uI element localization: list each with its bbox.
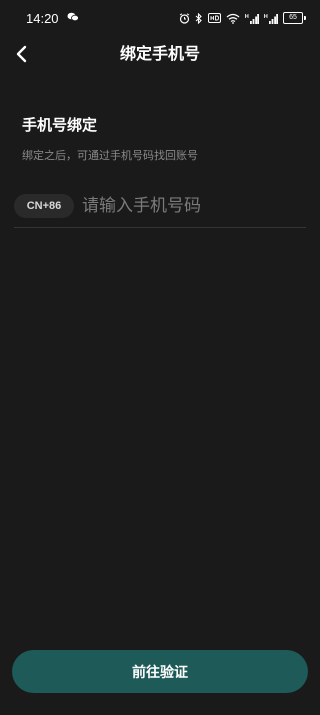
section-hint: 绑定之后，可通过手机号码找回账号: [22, 149, 198, 162]
section-title: 手机号绑定: [22, 116, 98, 134]
battery-tip: [304, 16, 306, 20]
verify-button[interactable]: 前往验证: [12, 650, 308, 693]
wechat-icon: [67, 11, 79, 25]
page-title: 绑定手机号: [119, 44, 200, 63]
phone-input-row: CN+86: [14, 188, 306, 228]
nav-bar: 绑定手机号: [0, 36, 320, 72]
alarm-icon: [179, 12, 190, 24]
hd-icon: [208, 13, 221, 23]
signal-icon: [245, 13, 259, 24]
country-code-selector[interactable]: CN+86: [14, 194, 74, 218]
status-bar: 14:20 65: [0, 0, 320, 36]
status-time: 14:20: [26, 10, 59, 26]
status-left: 14:20: [26, 11, 79, 26]
status-right: 65: [179, 12, 306, 24]
battery-icon: 65: [283, 12, 306, 24]
phone-number-input[interactable]: [82, 192, 302, 220]
wifi-icon: [226, 13, 240, 24]
signal-icon-2: [264, 13, 278, 24]
bluetooth-icon: [195, 12, 203, 24]
battery-level: 65: [283, 12, 303, 24]
